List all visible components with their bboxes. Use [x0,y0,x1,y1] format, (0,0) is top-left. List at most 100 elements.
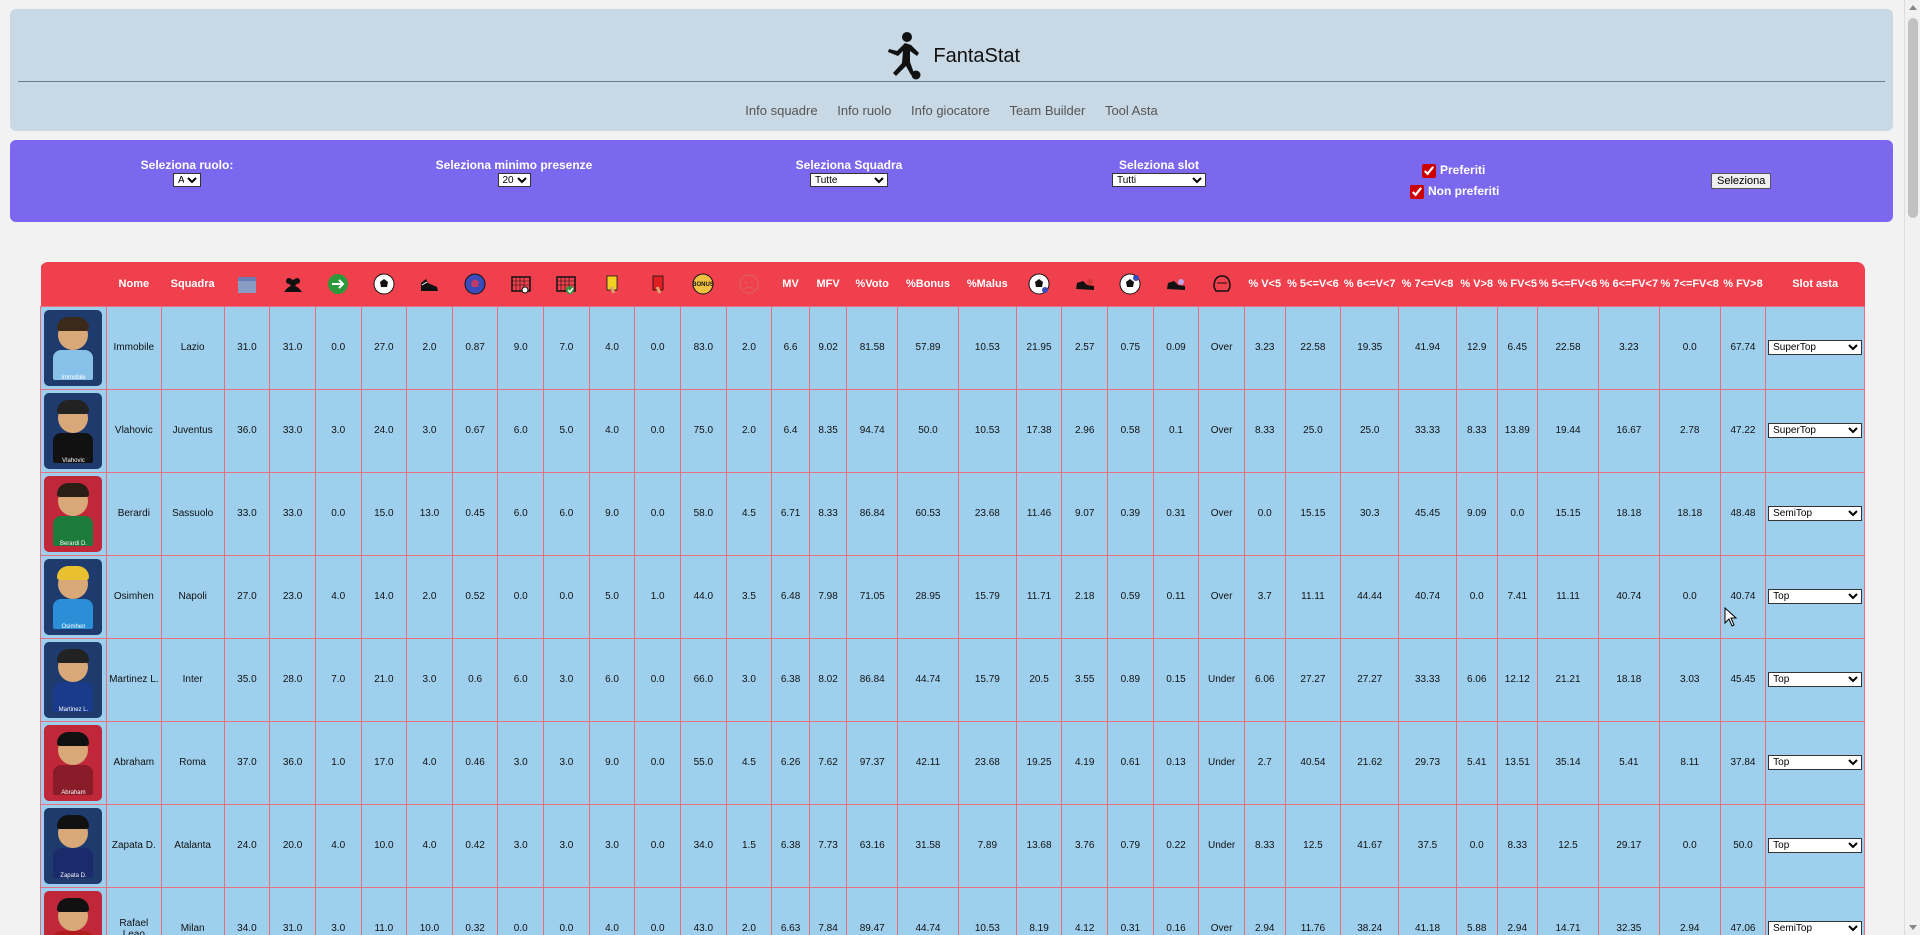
goal-net-icon [511,276,531,294]
scroll-down-icon[interactable] [1909,925,1917,930]
column-header-label: % FV>8 [1723,277,1763,290]
slot-select[interactable]: Tutti [1112,173,1206,187]
stat-cell: 27.27 [1284,637,1342,722]
stat-cell: 15.79 [957,554,1017,639]
stat-cell: 10.53 [957,886,1017,935]
stat-cell: 5.88 [1455,886,1498,935]
nav-tool-asta[interactable]: Tool Asta [1105,103,1158,118]
stat-cell: 0.0 [634,471,681,556]
stat-cell: 0.58 [1107,388,1154,473]
stat-cell: 8.33 [1455,388,1498,473]
stat-cell: 7.0 [543,305,590,390]
stat-cell: 4.12 [1061,886,1109,935]
slot-cell: SuperTop [1765,305,1865,390]
header: FantaStat Info squadre Info ruolo Info g… [10,9,1893,131]
slot-asta-select[interactable]: Top [1768,838,1863,853]
player-team: Milan [160,886,225,935]
ruolo-select[interactable]: A [173,173,201,187]
stat-cell: 7.89 [957,803,1017,888]
stat-cell: 0.89 [1107,637,1154,722]
stat-cell: 0.0 [1658,803,1721,888]
slot-asta-select[interactable]: Top [1768,589,1863,604]
stat-cell: 18.18 [1597,637,1660,722]
slot-asta-select[interactable]: SemiTop [1768,921,1863,935]
page-scrollbar[interactable] [1904,0,1920,935]
stat-cell: 0.31 [1107,886,1154,935]
stat-cell: 0.0 [1658,305,1721,390]
player-image-cell: Abraham [40,720,107,805]
stat-cell: 0.0 [634,886,681,935]
stat-cell: 0.46 [451,720,499,805]
slot-asta-select[interactable]: Top [1768,672,1863,687]
player-image-cell: Martinez L. [40,637,107,722]
column-header-0 [40,262,107,306]
stat-cell: 41.18 [1398,886,1457,935]
column-header-label: % V>8 [1460,277,1494,290]
stat-cell: 5.0 [588,554,636,639]
column-header-19: %Malus [958,262,1017,306]
ruolo-label: Seleziona ruolo: [140,158,234,172]
table-row: Berardi D. Berardi Sassuolo 33.0 33.0 0.0 15.0… [40,471,1865,556]
stat-cell: 35.0 [223,637,271,722]
player-card-name: Immobile [61,374,86,381]
stat-cell: 14.71 [1537,886,1599,935]
column-header-label: % 6<=FV<7 [1599,277,1659,290]
stat-cell: 3.5 [725,554,773,639]
table-row: Vlahovic Vlahovic Juventus 36.0 33.0 3.0 24.0 3… [40,388,1865,473]
player-team: Atalanta [160,803,225,888]
slot-asta-select[interactable]: SemiTop [1768,506,1863,521]
stat-cell: 10.0 [360,803,408,888]
nav-team-builder[interactable]: Team Builder [1009,103,1085,118]
nav-info-giocatore[interactable]: Info giocatore [911,103,990,118]
stat-cell: 86.84 [846,637,899,722]
stat-cell: 50.0 [1719,803,1767,888]
stat-cell: 9.07 [1061,471,1109,556]
stat-cell: 21.95 [1015,305,1063,390]
stat-cell: 0.0 [634,637,681,722]
mouse-cursor-icon [1724,607,1738,627]
seleziona-button[interactable]: Seleziona [1711,173,1772,189]
stat-cell: 3.03 [1658,637,1721,722]
stat-cell: 16.67 [1597,388,1660,473]
stat-cell: 14.0 [360,554,408,639]
slot-asta-select[interactable]: SuperTop [1768,340,1863,355]
player-name: Berardi [105,471,162,556]
column-header-label: % 5<=V<6 [1287,277,1339,290]
stat-cell: 41.67 [1340,803,1400,888]
column-header-label: % 7<=V<8 [1401,277,1454,290]
stat-cell: 1.0 [634,554,681,639]
helmet-icon [1212,274,1231,292]
stat-cell: 0.59 [1107,554,1154,639]
slot-asta-select[interactable]: SuperTop [1768,423,1863,438]
stat-cell: 11.11 [1537,554,1599,639]
stat-cell: 66.0 [680,637,727,722]
stat-cell: 0.32 [451,886,499,935]
stat-cell: Over [1198,305,1245,390]
slot-asta-select[interactable]: Top [1768,755,1863,770]
nav-info-squadre[interactable]: Info squadre [745,103,817,118]
boot-icon [421,278,439,291]
stat-cell: 6.45 [1496,305,1539,390]
stat-cell: Over [1198,554,1245,639]
preferiti-checkbox[interactable] [1422,163,1436,178]
nav-info-ruolo[interactable]: Info ruolo [837,103,891,118]
player-image-cell: Zapata D. [40,803,107,888]
stat-cell: 60.53 [897,471,959,556]
stat-cell: 2.18 [1061,554,1109,639]
column-header-18: %Bonus [897,262,959,306]
stat-cell: 23.68 [957,720,1017,805]
scroll-up-icon[interactable] [1909,5,1917,10]
stat-cell: 81.58 [846,305,899,390]
brand[interactable]: FantaStat [10,31,1893,85]
non-preferiti-checkbox[interactable] [1410,184,1424,199]
stat-cell: 34.0 [680,803,727,888]
column-header-8 [452,262,498,306]
presenze-select[interactable]: 20 [497,173,531,187]
player-card-name: Abraham [61,789,86,796]
scroll-thumb[interactable] [1908,18,1918,218]
stat-cell: 2.96 [1061,388,1109,473]
stat-cell: 15.15 [1284,471,1342,556]
presenze-filter: Seleziona minimo presenze 20 [430,159,598,187]
squadra-select[interactable]: Tutte [810,173,888,187]
stat-cell: 13.89 [1496,388,1539,473]
